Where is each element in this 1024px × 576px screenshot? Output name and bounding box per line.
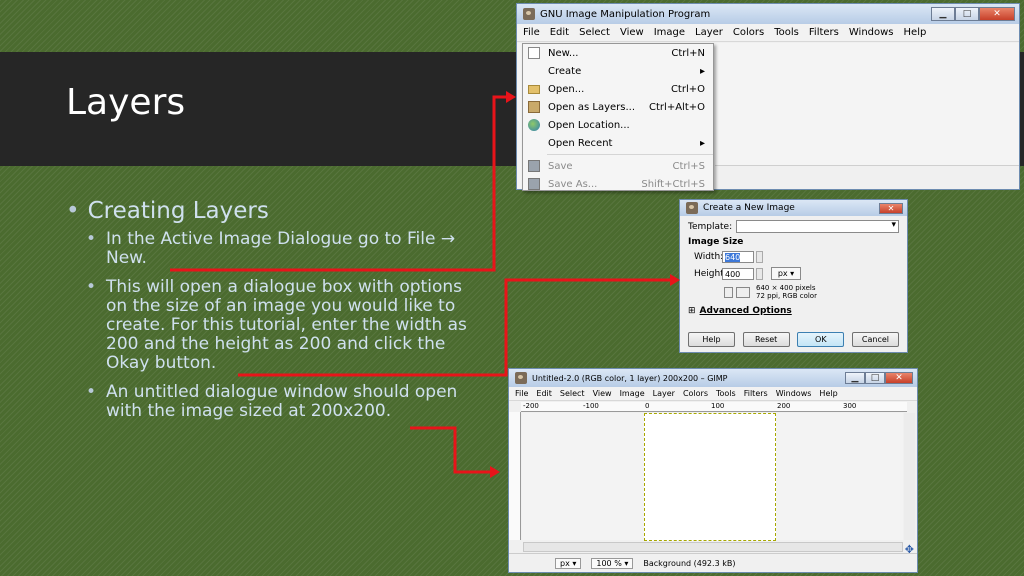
arrow-to-new-dialog: [238, 278, 672, 377]
arrow-to-untitled-window: [410, 426, 492, 474]
arrow-to-file-menu: [170, 95, 508, 272]
arrowheads: [490, 91, 680, 478]
arrowhead-icon: [506, 91, 516, 103]
connector-lines: [170, 95, 672, 474]
connector-arrows: [170, 91, 680, 478]
arrowhead-icon: [490, 466, 500, 478]
arrowhead-icon: [670, 274, 680, 286]
